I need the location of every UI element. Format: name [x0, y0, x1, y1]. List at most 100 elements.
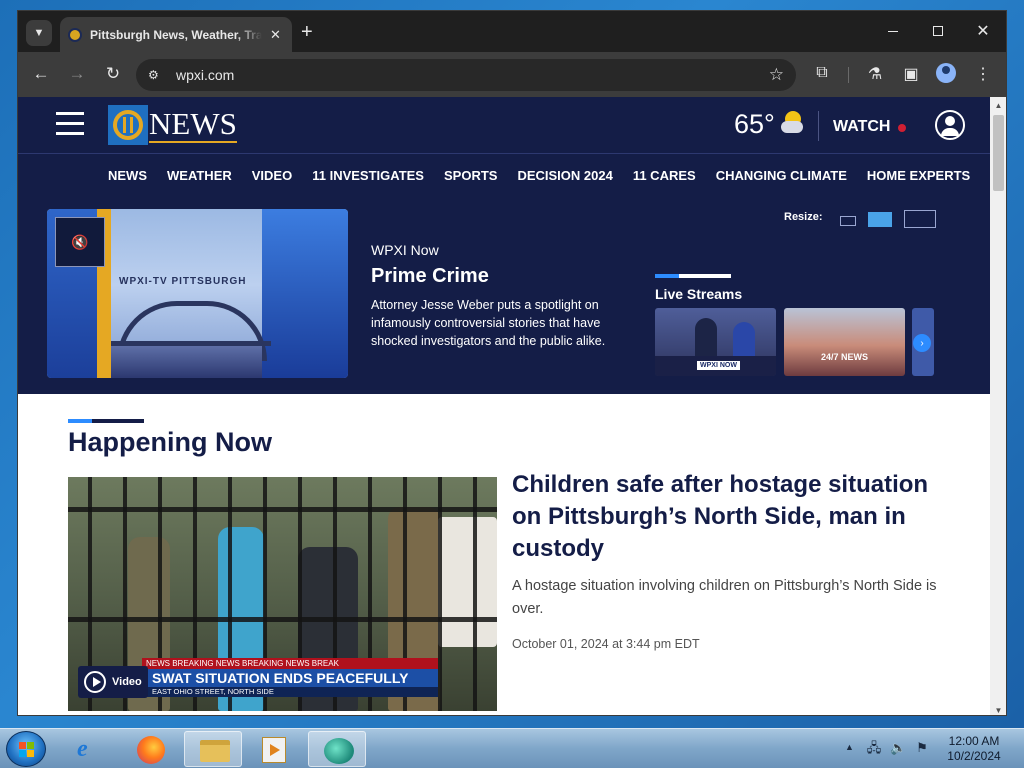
stream-tag: 24/7 NEWS	[820, 352, 869, 362]
clock-date: 10/2/2024	[947, 749, 1001, 763]
featured-kicker: WPXI Now	[371, 242, 439, 258]
url-text[interactable]: wpxi.com	[176, 67, 234, 83]
back-button[interactable]: ←	[30, 64, 52, 84]
site-info-icon[interactable]: ⚙	[148, 68, 166, 82]
nav-link-11-investigates[interactable]: 11 INVESTIGATES	[312, 168, 424, 183]
muted-speaker-icon: 🔇	[71, 233, 89, 250]
section-accent-bar	[655, 274, 731, 278]
forward-button[interactable]: →	[66, 64, 88, 84]
nav-link-changing-climate[interactable]: CHANGING CLIMATE	[716, 168, 847, 183]
chevron-down-icon: ▼	[33, 27, 45, 39]
section-title: Happening Now	[68, 427, 272, 457]
start-button[interactable]	[6, 731, 46, 767]
video-play-button[interactable]: Video	[78, 666, 148, 698]
site-header: NEWS 65° WATCH	[18, 97, 990, 154]
page-viewport: NEWS 65° WATCH NEWS WEATHER VIDEO 11 INV…	[18, 97, 990, 715]
maximize-icon	[933, 26, 943, 36]
taskbar-chat-app[interactable]	[308, 731, 366, 767]
live-streams-section: Live Streams WPXI NOW 24/7 NEWS ›	[655, 274, 990, 376]
new-tab-button[interactable]: +	[301, 20, 313, 44]
tab-title: Pittsburgh News, Weather, Traffic	[90, 27, 262, 42]
wpxi-logo[interactable]: NEWS	[108, 105, 244, 145]
browser-toolbar: ← → ↻ ⚙ wpxi.com ☆ ⧉ ⚗ ▣ ⋮	[18, 52, 1006, 97]
mute-button[interactable]: 🔇	[55, 217, 105, 267]
header-divider	[818, 111, 819, 141]
resize-medium-button[interactable]	[868, 212, 892, 227]
story-headline[interactable]: Children safe after hostage situation on…	[512, 469, 952, 565]
maximize-button[interactable]	[923, 19, 953, 43]
live-indicator-dot	[898, 124, 906, 132]
volume-muted-icon[interactable]: 🔈	[890, 740, 906, 756]
account-icon[interactable]	[935, 110, 965, 140]
clock-time: 12:00 AM	[948, 734, 1000, 748]
chat-app-icon	[324, 738, 354, 764]
scroll-down-arrow-icon[interactable]: ▼	[990, 706, 1006, 715]
resize-label: Resize:	[784, 211, 823, 223]
bookmark-star-icon[interactable]: ☆	[769, 65, 784, 85]
taskbar-internet-explorer[interactable]: e	[60, 731, 118, 767]
scroll-up-arrow-icon[interactable]: ▲	[990, 101, 1006, 110]
nav-link-11-cares[interactable]: 11 CARES	[633, 168, 696, 183]
minimize-icon	[888, 30, 898, 32]
featured-description: Attorney Jesse Weber puts a spotlight on…	[371, 298, 606, 348]
chyron-headline: SWAT SITUATION ENDS PEACEFULLY	[142, 669, 438, 687]
taskbar-file-explorer[interactable]	[184, 731, 242, 767]
resize-large-button[interactable]	[904, 210, 936, 228]
browser-tab[interactable]: Pittsburgh News, Weather, Traffic ✕	[60, 17, 292, 52]
live-stream-thumbnail[interactable]: WPXI NOW	[655, 308, 776, 376]
tab-search-button[interactable]: ▼	[26, 20, 52, 46]
nav-link-video[interactable]: VIDEO	[252, 168, 292, 183]
nav-link-weather[interactable]: WEATHER	[167, 168, 232, 183]
page-scrollbar[interactable]: ▲ ▼	[990, 97, 1006, 715]
action-center-flag-icon[interactable]: ⚑	[914, 740, 930, 756]
featured-video-player[interactable]: WPXI-TV PITTSBURGH 🔇	[47, 209, 348, 378]
nav-link-news[interactable]: NEWS	[108, 168, 147, 183]
network-icon[interactable]: 🖧	[866, 740, 882, 756]
show-hidden-icons-arrow-icon[interactable]: ▲	[845, 742, 854, 752]
windows-logo-icon	[19, 742, 35, 758]
system-clock[interactable]: 12:00 AM 10/2/2024	[934, 734, 1014, 764]
labs-flask-icon[interactable]: ⚗	[864, 64, 886, 84]
live-stream-thumbnail[interactable]: 24/7 NEWS	[784, 308, 905, 376]
partly-sunny-icon[interactable]	[781, 111, 805, 137]
minimize-button[interactable]	[878, 19, 908, 43]
scrollbar-thumb[interactable]	[993, 115, 1004, 191]
story-image[interactable]: NEWS BREAKING NEWS BREAKING NEWS BREAK S…	[68, 477, 497, 711]
section-accent-bar	[68, 419, 144, 423]
nav-link-sports[interactable]: SPORTS	[444, 168, 497, 183]
reload-icon: ↻	[105, 64, 121, 83]
profile-avatar-icon[interactable]	[936, 63, 956, 83]
play-icon	[84, 671, 106, 693]
reload-button[interactable]: ↻	[102, 64, 124, 84]
nav-link-home-experts[interactable]: HOME EXPERTS	[867, 168, 970, 183]
close-window-button[interactable]: ✕	[968, 19, 998, 43]
story-text-block: Children safe after hostage situation on…	[512, 469, 952, 651]
chyron-subtitle: EAST OHIO STREET, NORTH SIDE	[142, 687, 438, 697]
taskbar: e ▲ 🖧 🔈 ⚑ 12:00 AM 10/2/2024	[0, 728, 1024, 768]
arrow-right-icon: →	[68, 64, 86, 83]
resize-small-button[interactable]	[840, 216, 856, 226]
taskbar-firefox[interactable]	[121, 731, 179, 767]
extensions-icon[interactable]: ⧉	[811, 64, 833, 82]
media-player-icon	[262, 737, 286, 763]
nav-link-decision-2024[interactable]: DECISION 2024	[517, 168, 612, 183]
address-bar[interactable]: ⚙ wpxi.com ☆	[136, 59, 796, 91]
wpxi-favicon-icon	[68, 27, 82, 42]
watch-live-button[interactable]: WATCH	[833, 118, 890, 136]
hamburger-menu-icon[interactable]	[56, 112, 84, 136]
toolbar-divider	[848, 67, 849, 83]
story-summary: A hostage situation involving children o…	[512, 578, 937, 617]
tab-close-icon[interactable]: ✕	[270, 27, 281, 43]
carousel-next-icon[interactable]: ›	[913, 334, 931, 352]
close-icon: ✕	[976, 23, 990, 40]
side-panel-icon[interactable]: ▣	[900, 64, 922, 84]
featured-title[interactable]: Prime Crime	[371, 265, 631, 288]
temperature-readout[interactable]: 65°	[734, 109, 775, 140]
story-timestamp: October 01, 2024 at 3:44 pm EDT	[512, 637, 700, 651]
folder-icon	[200, 740, 230, 762]
main-nav-links: NEWS WEATHER VIDEO 11 INVESTIGATES SPORT…	[108, 168, 990, 183]
more-menu-icon[interactable]: ⋮	[972, 64, 994, 84]
site-navigation: NEWS WEATHER VIDEO 11 INVESTIGATES SPORT…	[18, 154, 990, 394]
taskbar-media-player[interactable]	[245, 731, 303, 767]
stream-tag: WPXI NOW	[697, 361, 740, 370]
